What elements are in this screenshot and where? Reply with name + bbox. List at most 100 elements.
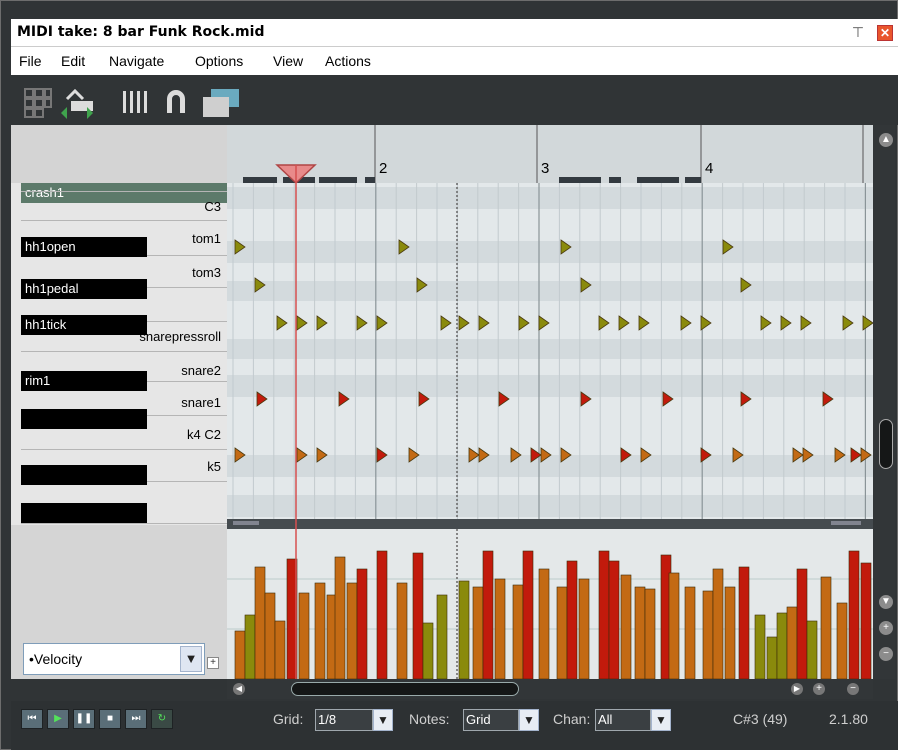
velocity-bar (836, 602, 848, 679)
velocity-bar (512, 584, 524, 679)
velocity-bar (538, 568, 550, 679)
cc-lane-select[interactable]: •Velocity ▼ (23, 643, 205, 675)
pause-icon[interactable]: ❚❚ (73, 709, 95, 729)
window-title: MIDI take: 8 bar Funk Rock.mid (17, 24, 265, 40)
scroll-down-icon[interactable]: ▼ (879, 595, 893, 609)
notes-select[interactable]: Grid (463, 709, 519, 731)
velocity-bar (860, 562, 872, 679)
menu-view[interactable]: View (273, 53, 303, 69)
h-zoom-out-icon[interactable]: − (847, 683, 859, 695)
velocity-bar (712, 568, 724, 679)
velocity-bar (314, 582, 326, 679)
transport-bar: ⏮ ▶ ❚❚ ■ ⏭ ↻ Grid: 1/8 ▼ Notes: Grid ▼ C… (11, 701, 898, 750)
notes-label: Notes: (409, 711, 450, 727)
velocity-bar (776, 612, 788, 679)
velocity-bar (796, 568, 808, 679)
menu-edit[interactable]: Edit (61, 53, 85, 69)
piano-keys-panel: crash1 C3 tom1 tom3 snarepressroll snare… (11, 125, 227, 525)
window-dock-icon[interactable] (199, 85, 243, 119)
velocity-bar (566, 560, 578, 679)
pitch-readout: C#3 (49) (733, 711, 788, 727)
black-key[interactable] (21, 465, 147, 485)
bar-number-2: 2 (379, 160, 387, 177)
velocity-bar (754, 614, 766, 679)
go-to-end-icon[interactable]: ⏭ (125, 709, 147, 729)
channel-dropdown-icon[interactable]: ▼ (651, 709, 671, 731)
play-icon[interactable]: ▶ (47, 709, 69, 729)
bar-number-3: 3 (541, 160, 549, 177)
menu-navigate[interactable]: Navigate (109, 53, 164, 69)
velocity-bar (412, 552, 424, 679)
ruler-corner (11, 125, 227, 183)
key-label-hh1tick: hh1tick (25, 317, 67, 332)
close-icon[interactable]: ✕ (877, 25, 893, 41)
scroll-thumb[interactable] (879, 419, 893, 469)
note-row-band (227, 187, 873, 209)
menu-file[interactable]: File (19, 53, 42, 69)
black-key[interactable] (21, 503, 147, 523)
velocity-bar (634, 586, 646, 679)
add-lane-icon[interactable]: + (207, 657, 219, 669)
horizontal-scroll-thumb[interactable] (291, 682, 519, 696)
timeline-ruler[interactable] (227, 125, 873, 183)
key-label-snare2: snare2 (181, 363, 221, 378)
velocity-bar (556, 586, 568, 679)
velocity-bar (244, 614, 256, 679)
scroll-right-icon[interactable]: ▶ (791, 683, 803, 695)
bar-number-4: 4 (705, 160, 713, 177)
grid-view-icon[interactable] (23, 85, 53, 119)
scroll-left-icon[interactable]: ◀ (233, 683, 245, 695)
lane-divider[interactable] (227, 519, 873, 529)
vertical-scrollbar[interactable]: ▲ ▼ + − (873, 125, 895, 679)
black-key[interactable] (21, 409, 147, 429)
velocity-bar (436, 594, 448, 679)
zoom-in-icon[interactable]: + (879, 621, 893, 635)
channel-select[interactable]: All (595, 709, 651, 731)
arrange-notes-icon[interactable] (57, 85, 97, 119)
key-label-snarepressroll: snarepressroll (139, 329, 221, 344)
key-label-snare1: snare1 (181, 395, 221, 410)
menu-actions[interactable]: Actions (325, 53, 371, 69)
velocity-bar (702, 590, 714, 679)
chevron-down-icon[interactable]: ▼ (180, 646, 202, 672)
title-bar: MIDI take: 8 bar Funk Rock.mid ⊤ ✕ (11, 19, 898, 47)
go-to-start-icon[interactable]: ⏮ (21, 709, 43, 729)
magnet-snap-icon[interactable] (161, 85, 191, 119)
velocity-bar (668, 572, 680, 679)
velocity-bar (522, 550, 534, 679)
key-label-k4-c2: k4 C2 (187, 427, 221, 442)
velocity-bar (422, 622, 434, 679)
zoom-out-icon[interactable]: − (879, 647, 893, 661)
h-zoom-in-icon[interactable]: + (813, 683, 825, 695)
notes-dropdown-icon[interactable]: ▼ (519, 709, 539, 731)
horizontal-scrollbar[interactable]: ◀ ▶ + − (227, 679, 873, 699)
grid-dropdown-icon[interactable]: ▼ (373, 709, 393, 731)
key-label-hh1pedal: hh1pedal (25, 281, 79, 296)
key-label-crash1: crash1 (25, 185, 65, 200)
piano-roll-area[interactable]: 2 3 4 (227, 125, 873, 679)
snap-lines-icon[interactable] (119, 85, 149, 119)
velocity-bar (724, 586, 736, 679)
key-label-hh1open: hh1open (25, 239, 76, 254)
toolbar (11, 75, 898, 125)
note-row-band (227, 375, 873, 397)
note-row-band (227, 241, 873, 263)
velocity-bar (786, 606, 798, 679)
stop-icon[interactable]: ■ (99, 709, 121, 729)
scroll-up-icon[interactable]: ▲ (879, 133, 893, 147)
position-readout: 2.1.80 (829, 711, 868, 727)
velocity-bar (458, 580, 470, 679)
grid-select[interactable]: 1/8 (315, 709, 373, 731)
velocity-bar (608, 560, 620, 679)
menu-options[interactable]: Options (195, 53, 243, 69)
pin-icon[interactable]: ⊤ (851, 24, 865, 40)
repeat-icon[interactable]: ↻ (151, 709, 173, 729)
note-row-band (227, 339, 873, 359)
velocity-bar (578, 578, 590, 679)
note-row-band (227, 281, 873, 301)
velocity-bar (598, 550, 610, 679)
cc-lane-selected: •Velocity (29, 651, 83, 667)
velocity-bar (298, 592, 310, 679)
velocity-bar (396, 582, 408, 679)
velocity-bar (472, 586, 484, 679)
